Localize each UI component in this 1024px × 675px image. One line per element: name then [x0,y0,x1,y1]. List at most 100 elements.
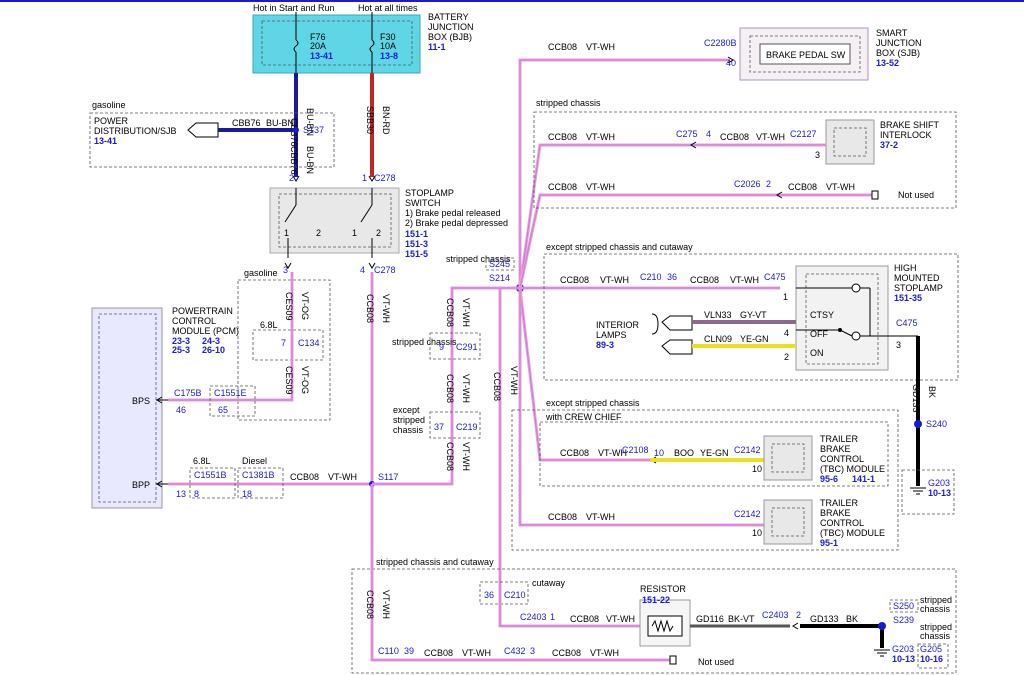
pin-2-c2026: 2 [766,179,771,189]
bpp-color: VT-WH [328,472,357,482]
bottom-chassis-1: chassis [920,604,951,614]
pin-36-hmsl: 36 [667,272,677,282]
conn-c278-top: C278 [374,173,396,183]
engine-6-8l-a: 6.8L [260,320,278,330]
conn-c2127: C2127 [790,129,817,139]
wire-ces09-a: CES09 [284,292,294,321]
pin-2-top: 2 [289,173,294,183]
tbc2-title-4: (TBC) MODULE [820,528,885,538]
wire-vt-og-b: VT-OG [300,366,310,394]
wire-vtwh-bsi: VT-WH [586,132,615,142]
conn-c2403-a: C2403 [520,612,547,622]
conn-c278-bottom: C278 [374,265,396,275]
wire-ccb08-center-c: CCB08 [445,442,455,471]
pcm-pin-bpp: BPP [132,480,150,490]
switch-pos-1b: 1 [352,228,357,238]
conn-c291: C291 [456,342,478,352]
wire-cln09: CLN09 [704,334,732,344]
conn-c2403-b: C2403 [762,610,789,620]
stoplamp-title-2: SWITCH [405,198,441,208]
ground-g205-ref[interactable]: 10-16 [920,654,943,664]
wire-gy-vt: GY-VT [740,310,767,320]
bsi-title-2: INTERLOCK [880,130,932,140]
switch-pos-1a: 1 [284,228,289,238]
interior-lamps-1: INTERIOR [596,320,640,330]
bjb-title-2: JUNCTION [428,22,474,32]
wire-bn-rd: BN-RD [381,106,391,135]
pcm-ref-c[interactable]: 25-3 [172,345,190,355]
pin-46: 46 [176,405,186,415]
wire-vtwh-c110: VT-WH [462,648,491,658]
hmsl-title-3: STOPLAMP [894,283,943,293]
wire-ccb08-bsi: CCB08 [548,132,577,142]
bjb-left-label: Hot in Start and Run [253,3,335,13]
power-dist-ref[interactable]: 13-41 [94,136,117,146]
stoplamp-note-1: 1) Brake pedal released [405,208,501,218]
smart-junction-box: BRAKE PEDAL SW SMART JUNCTION BOX (SJB) … [704,27,922,81]
pin-13: 13 [176,489,186,499]
wire-ccb08-center-a: CCB08 [445,298,455,327]
stoplamp-ref-3[interactable]: 151-5 [405,249,428,259]
fuse-f76-amp: 20A [310,41,326,51]
pin-18: 18 [242,489,252,499]
conn-c219: C219 [456,422,478,432]
battery-junction-box: Hot in Start and Run Hot at all times F7… [252,3,474,74]
wire-ccb08-bottom-v: CCB08 [365,590,375,619]
not-used-2: Not used [698,657,734,667]
wire-vtwh-resistor: VT-WH [606,614,635,624]
pcm-pin-bps: BPS [132,396,150,406]
tbc1-title-1: TRAILER [820,434,859,444]
pin-9: 9 [439,342,444,352]
wire-vt-og-a: VT-OG [300,292,310,320]
tbc2-ref[interactable]: 95-1 [820,538,838,548]
wire-vtwh-c432: VT-WH [590,648,619,658]
sjb-ref[interactable]: 13-52 [876,58,899,68]
stoplamp-ref-1[interactable]: 151-1 [405,229,428,239]
wire-ccb08-hmsl-b: CCB08 [690,275,719,285]
pcm-ref-d[interactable]: 26-10 [202,345,225,355]
conn-c110: C110 [378,646,399,656]
pin-10-tbc1: 10 [752,464,762,474]
bpp-wire: CCB08 [290,472,319,482]
resistor-title: RESISTOR [640,584,686,594]
conn-c1551e: C1551E [214,388,247,398]
wire-ye-gn-tbc: YE-GN [700,448,729,458]
fuse-f76-ref[interactable]: 13-41 [310,51,333,61]
wire-ccb08-sjb: CCB08 [548,42,577,52]
conn-c275: C275 [676,129,698,139]
pin-8: 8 [194,489,199,499]
bjb-ref[interactable]: 11-1 [428,42,446,52]
splice-s240: S240 [926,419,947,429]
wire-bk-vt: BK-VT [728,614,755,624]
pin-39: 39 [404,646,414,656]
pin-10-c2108: 10 [654,448,664,458]
region-cutaway: cutaway [532,578,566,588]
power-dist-color: BU-BN [266,118,294,128]
tbc2-title-1: TRAILER [820,498,859,508]
fuse-f30-ref[interactable]: 13-8 [380,51,398,61]
stoplamp-ref-2[interactable]: 151-3 [405,239,428,249]
ground-g203-a: G203 [928,478,950,488]
conn-c2142-a: C2142 [734,445,761,455]
wire-vtwh-down: VT-WH [509,366,519,395]
pin-36-bottom: 36 [484,590,494,600]
sjb-title-1: SMART [876,28,908,38]
hmsl-ref[interactable]: 151-35 [894,293,922,303]
conn-c475-left: C475 [764,272,786,282]
splice-s245: S245 [489,259,510,269]
interior-lamps-ref[interactable]: 89-3 [596,340,614,350]
region-stripped-cutaway: stripped chassis and cutaway [376,557,494,567]
hmsl-region: except stripped chassis and cutaway CCB0… [543,242,959,515]
splice-s117: S117 [378,472,398,482]
ground-g203-a-ref[interactable]: 10-13 [928,488,951,498]
resistor-ref[interactable]: 151-22 [642,595,670,605]
conn-c475-right: C475 [896,318,918,328]
tbc1-ref[interactable]: 141-1 [852,474,875,484]
wire-vln33: VLN33 [704,310,732,320]
bsi-ref[interactable]: 37-2 [880,140,898,150]
tbc1-ref2[interactable]: 95-6 [820,474,838,484]
wiring-diagram: Hot in Start and Run Hot at all times F7… [0,0,1024,674]
ground-g203-b-ref[interactable]: 10-13 [892,654,915,664]
pin-2-hmsl: 2 [784,352,789,362]
tbc2-title-3: CONTROL [820,518,864,528]
